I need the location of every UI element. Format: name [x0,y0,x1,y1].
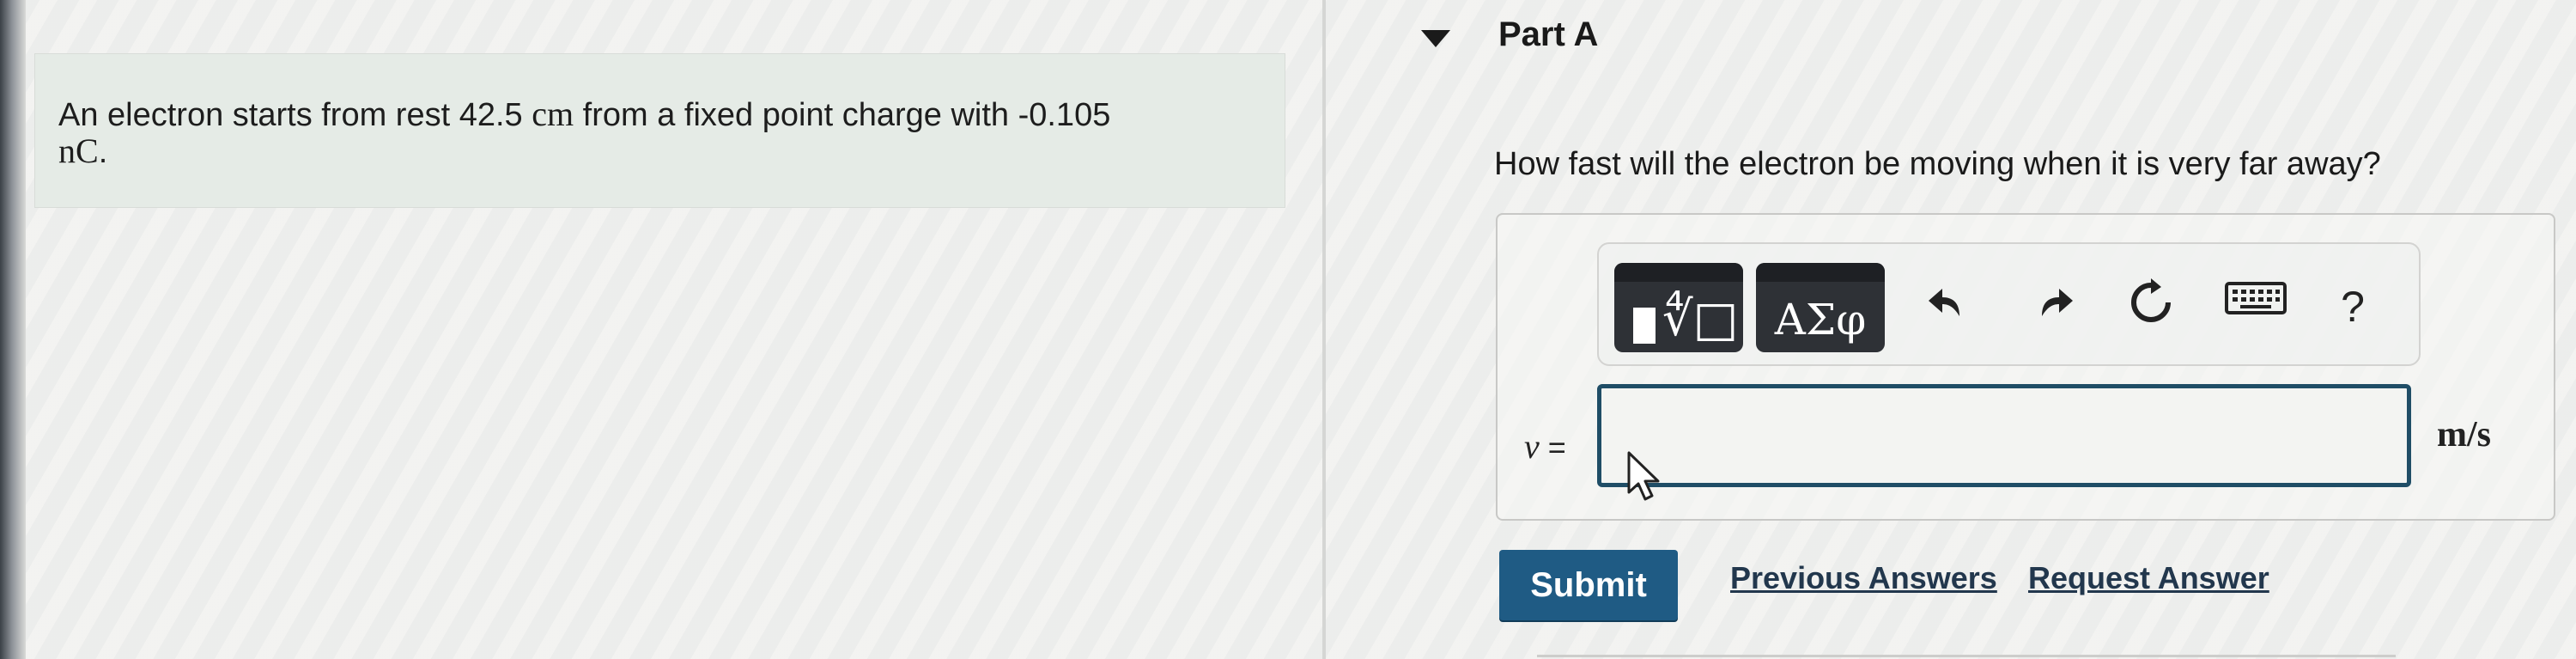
mouse-pointer-icon [1627,451,1660,501]
problem-text-end: . [98,134,108,170]
templates-button[interactable]: ∜□ [1614,263,1743,352]
submit-button[interactable]: Submit [1499,550,1678,620]
help-button[interactable]: ? [2323,277,2383,337]
radical-icon: ∜□ [1662,291,1739,347]
symbols-label: ΑΣφ [1774,295,1867,345]
distance-unit: cm [532,95,574,133]
answer-unit: m/s [2437,415,2491,455]
column-divider [1322,0,1326,659]
problem-text-middle: from a fixed point charge with -0.105 [582,97,1111,133]
problem-text-before: An electron starts from rest 42.5 [58,97,523,133]
page: An electron starts from rest 42.5 cm fro… [0,0,2576,659]
undo-icon-svg [1929,289,1959,316]
redo-icon-svg [2042,289,2073,316]
variable-symbol: v [1524,427,1540,466]
caret-down-icon-svg [1421,30,1450,47]
answer-input[interactable] [1597,384,2411,487]
question-text: How fast will the electron be moving whe… [1494,146,2381,182]
button-top-band [1756,263,1885,282]
reset-icon[interactable] [2121,277,2181,337]
problem-statement: An electron starts from rest 42.5 cm fro… [58,95,1261,171]
keyboard-icon-svg [2225,282,2287,314]
next-panel-edge [1537,655,2396,657]
undo-icon[interactable] [1919,277,1979,337]
templates-icon [1633,308,1656,344]
screen-bezel [0,0,26,659]
button-top-band [1614,263,1743,282]
equals-sign: = [1547,430,1566,465]
request-answer-link[interactable]: Request Answer [2028,560,2269,596]
charge-unit: nC [58,131,99,170]
keyboard-icon[interactable] [2220,277,2292,337]
caret-down-icon[interactable] [1421,27,1455,55]
previous-answers-link[interactable]: Previous Answers [1730,560,1997,596]
redo-icon[interactable] [2022,277,2082,337]
symbols-button[interactable]: ΑΣφ [1756,263,1885,352]
reset-icon-svg [2131,278,2171,322]
answer-variable-label: v = [1524,426,1566,467]
part-title: Part A [1498,15,1599,53]
